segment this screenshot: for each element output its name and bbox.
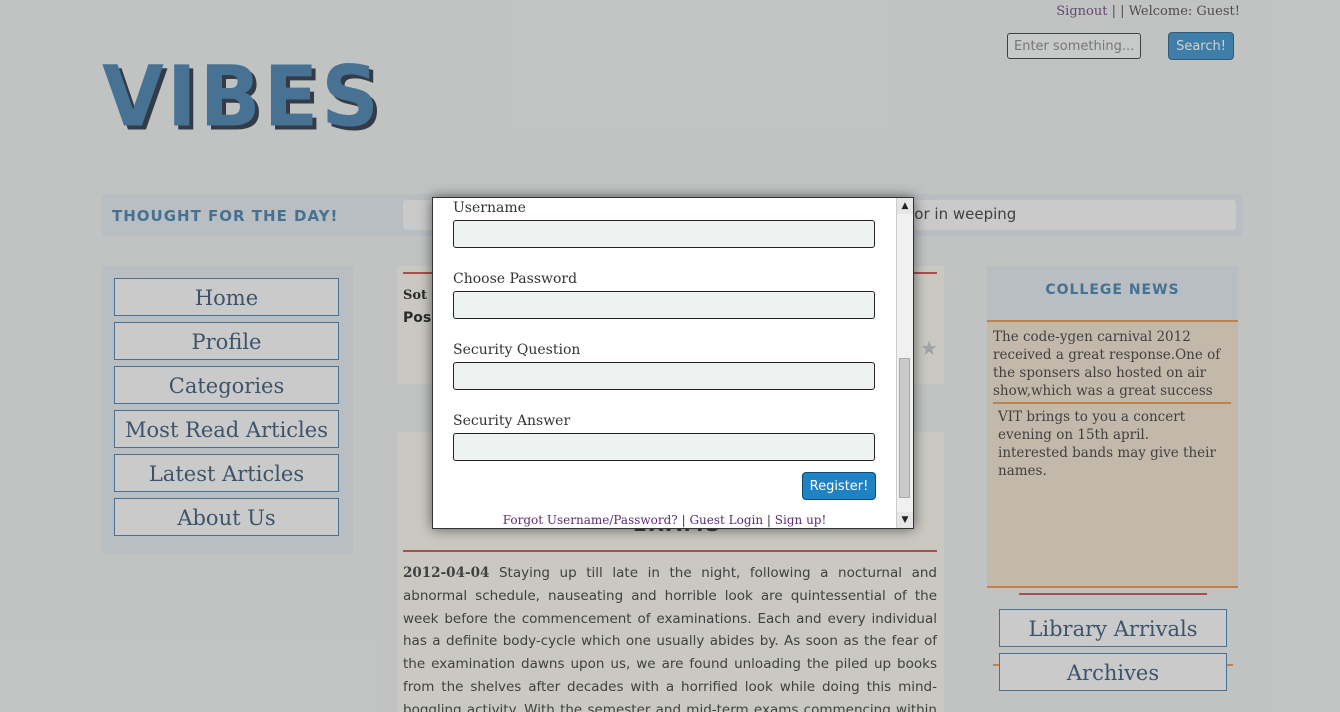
password-input[interactable] (453, 291, 875, 319)
separator: | (681, 513, 686, 527)
modal-links: Forgot Username/Password? | Guest Login … (433, 513, 896, 527)
scroll-down-icon[interactable]: ▼ (897, 512, 913, 528)
guest-login-link[interactable]: Guest Login (689, 513, 763, 527)
signup-link[interactable]: Sign up! (775, 513, 827, 527)
forgot-link[interactable]: Forgot Username/Password? (503, 513, 678, 527)
register-button[interactable]: Register! (802, 472, 876, 500)
security-question-input[interactable] (453, 362, 875, 390)
separator: | (766, 513, 771, 527)
security-answer-input[interactable] (453, 433, 875, 461)
scroll-thumb[interactable] (899, 358, 910, 498)
signup-modal: Username Choose Password Security Questi… (432, 197, 914, 529)
password-label: Choose Password (453, 271, 578, 287)
security-question-label: Security Question (453, 342, 581, 358)
username-input[interactable] (453, 220, 875, 248)
scroll-up-icon[interactable]: ▲ (897, 198, 913, 214)
security-answer-label: Security Answer (453, 413, 571, 429)
modal-scrollbar[interactable]: ▲ ▼ (896, 198, 913, 528)
username-label: Username (453, 200, 526, 216)
